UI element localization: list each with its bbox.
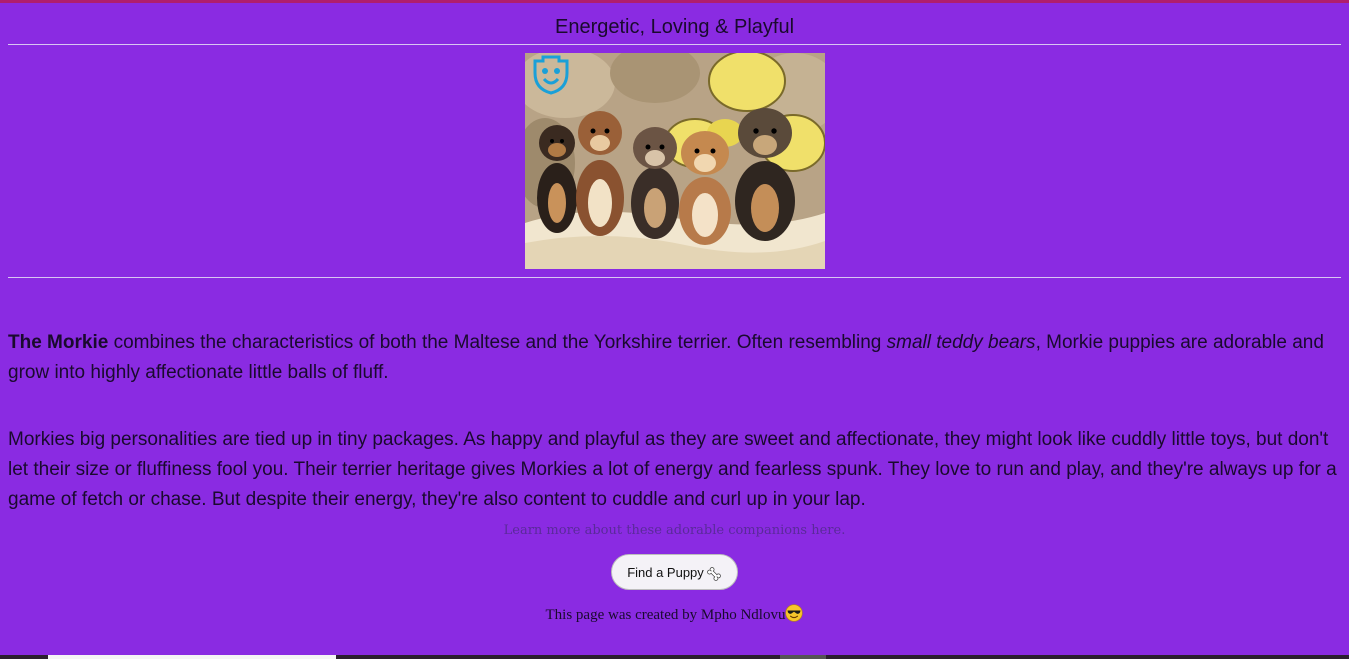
intro-paragraph: The Morkie combines the characteristics … [8, 328, 1341, 388]
image-container [8, 45, 1341, 277]
scrollbar-segment [780, 655, 826, 659]
personality-paragraph: Morkies big personalities are tied up in… [8, 429, 1337, 510]
bottom-scrollbar[interactable] [0, 655, 1349, 659]
bone-icon [706, 566, 721, 581]
main-content: Energetic, Loving & Playful The Morkie c… [8, 3, 1341, 624]
learn-more-link[interactable]: Learn more about these adorable companio… [8, 523, 1341, 538]
button-row: Find a Puppy [8, 554, 1341, 592]
sunglasses-emoji-icon [785, 604, 804, 622]
intro-text-1: combines the characteristics of both the… [108, 332, 887, 353]
find-a-puppy-button[interactable]: Find a Puppy [611, 554, 738, 590]
paw-logo-icon [533, 55, 568, 95]
morkie-puppies-image [524, 53, 825, 269]
scrollbar-thumb[interactable] [48, 655, 336, 659]
breed-name: The Morkie [8, 332, 109, 353]
intro-emphasis: small teddy bears [886, 332, 1036, 353]
page-subtitle: Energetic, Loving & Playful [554, 16, 795, 38]
credit-text: This page was created by Mpho Ndlovu [545, 607, 786, 623]
bottom-divider [8, 277, 1341, 278]
find-a-puppy-label: Find a Puppy [627, 565, 704, 580]
footer-credit: This page was created by Mpho Ndlovu [8, 604, 1341, 624]
